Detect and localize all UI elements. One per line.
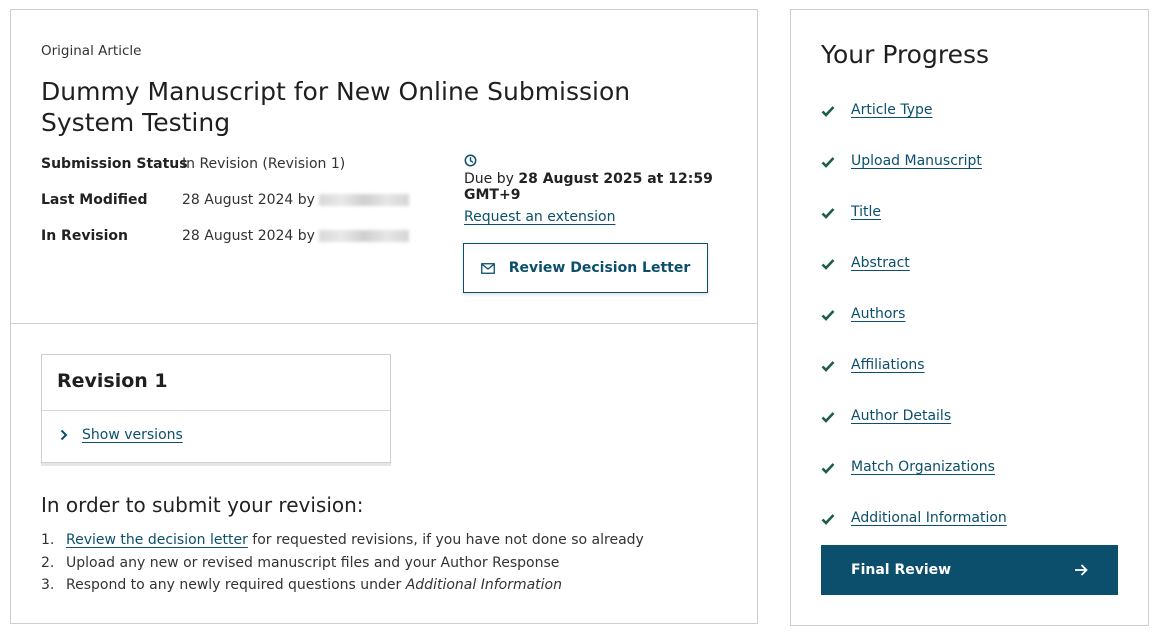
in-revision-value: 28 August 2024 by <box>182 228 315 244</box>
due-date: Due by 28 August 2025 at 12:59 GMT+9 <box>464 154 757 203</box>
revision-title: Revision 1 <box>42 355 390 411</box>
progress-item-match-organizations[interactable]: Match Organizations <box>821 459 1007 510</box>
progress-item-author-details[interactable]: Author Details <box>821 408 1007 459</box>
request-extension-link[interactable]: Request an extension <box>464 209 615 225</box>
chevron-right-icon <box>60 429 68 441</box>
instructions-heading: In order to submit your revision: <box>41 493 364 517</box>
envelope-icon <box>480 262 495 274</box>
check-icon <box>821 361 835 372</box>
clock-icon <box>464 154 477 167</box>
list-item: 3. Respond to any newly required questio… <box>41 577 562 593</box>
manuscript-title: Dummy Manuscript for New Online Submissi… <box>41 77 631 137</box>
last-modified-value: 28 August 2024 by <box>182 192 315 208</box>
progress-item-affiliations[interactable]: Affiliations <box>821 357 1007 408</box>
progress-panel: Your Progress Article Type Upload Manusc… <box>790 9 1149 626</box>
arrow-right-icon <box>1075 564 1088 576</box>
status-value: In Revision (Revision 1) <box>182 156 346 172</box>
progress-steps: Article Type Upload Manuscript Title Abs… <box>821 102 1007 561</box>
check-icon <box>821 259 835 270</box>
review-decision-letter-label: Review Decision Letter <box>508 260 691 276</box>
check-icon <box>821 412 835 423</box>
check-icon <box>821 310 835 321</box>
progress-item-title[interactable]: Title <box>821 204 1007 255</box>
revision-card: Revision 1 Show versions <box>41 354 391 463</box>
progress-title: Your Progress <box>821 40 990 69</box>
redacted-name <box>318 194 409 206</box>
check-icon <box>821 208 835 219</box>
final-review-label: Final Review <box>851 562 952 578</box>
progress-item-upload-manuscript[interactable]: Upload Manuscript <box>821 153 1007 204</box>
list-item: 1. Review the decision letter for reques… <box>41 532 644 548</box>
review-decision-letter-button[interactable]: Review Decision Letter <box>463 243 708 293</box>
show-versions-toggle[interactable]: Show versions <box>42 411 390 443</box>
progress-item-authors[interactable]: Authors <box>821 306 1007 357</box>
last-modified-label: Last Modified <box>41 192 148 208</box>
progress-item-abstract[interactable]: Abstract <box>821 255 1007 306</box>
progress-item-article-type[interactable]: Article Type <box>821 102 1007 153</box>
due-prefix: Due by <box>464 171 519 187</box>
check-icon <box>821 463 835 474</box>
show-versions-link[interactable]: Show versions <box>82 427 183 443</box>
status-label: Submission Status <box>41 156 188 172</box>
final-review-button[interactable]: Final Review <box>821 545 1118 595</box>
list-item: 2. Upload any new or revised manuscript … <box>41 554 560 571</box>
in-revision-label: In Revision <box>41 228 128 244</box>
check-icon <box>821 514 835 525</box>
review-decision-letter-link[interactable]: Review the decision letter <box>66 532 248 548</box>
section-divider <box>11 323 757 324</box>
article-type: Original Article <box>41 43 142 59</box>
redacted-name <box>318 230 409 242</box>
manuscript-panel: Original Article Dummy Manuscript for Ne… <box>10 9 758 624</box>
check-icon <box>821 106 835 117</box>
check-icon <box>821 157 835 168</box>
instructions-list: 1. Review the decision letter for reques… <box>41 532 644 600</box>
